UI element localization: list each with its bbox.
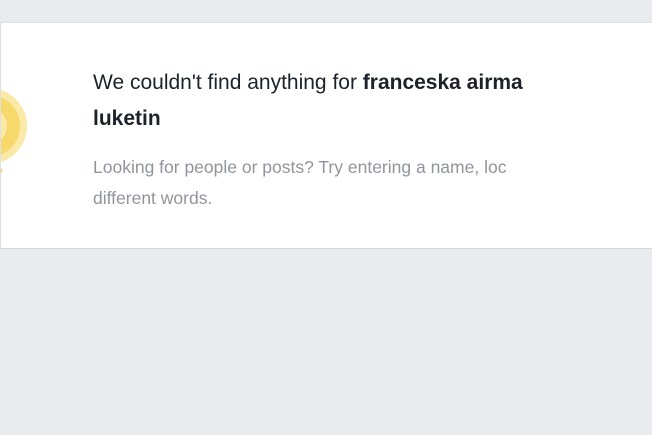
search-hint-text: Looking for people or posts? Try enterin… <box>93 152 652 214</box>
search-magnifier-icon <box>1 79 29 174</box>
search-query-part-2: luketin <box>93 107 161 130</box>
heading-line-1: We couldn't find anything for franceska … <box>93 65 652 101</box>
hint-line-1: Looking for people or posts? Try enterin… <box>93 157 507 177</box>
no-results-heading: We couldn't find anything for franceska … <box>93 65 652 137</box>
search-query-part-1: franceska airma <box>362 71 523 94</box>
heading-prefix: We couldn't find anything for <box>93 71 363 94</box>
empty-results-card: We couldn't find anything for franceska … <box>0 22 652 249</box>
hint-line-2: different words. <box>93 188 213 208</box>
